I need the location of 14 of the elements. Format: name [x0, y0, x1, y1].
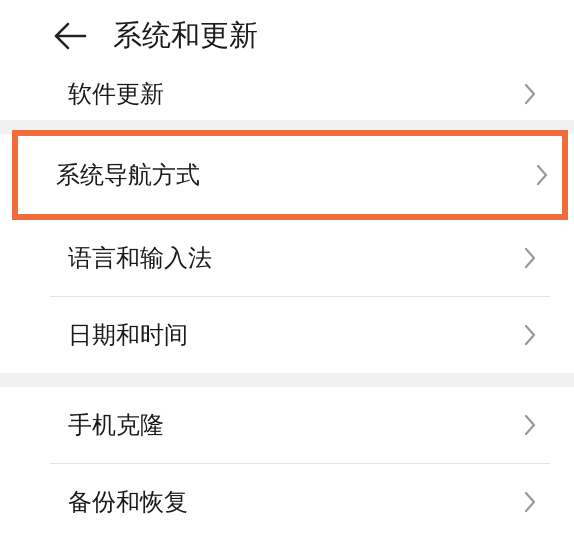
- settings-item[interactable]: 备份和恢复: [12, 464, 568, 535]
- settings-item[interactable]: 软件更新: [12, 68, 568, 120]
- settings-item[interactable]: 手机克隆: [12, 387, 568, 463]
- chevron-icon: [524, 247, 536, 269]
- chevron-icon: [524, 491, 536, 513]
- settings-item[interactable]: 语言和输入法: [12, 220, 568, 296]
- settings-item[interactable]: 日期和时间: [12, 297, 568, 373]
- chevron-icon: [536, 164, 548, 186]
- chevron-icon: [524, 414, 536, 436]
- back-icon[interactable]: [53, 22, 87, 50]
- chevron-icon: [524, 83, 536, 105]
- settings-item[interactable]: 系统导航方式: [12, 130, 568, 220]
- chevron-icon: [524, 324, 536, 346]
- page-title: 系统和更新: [113, 17, 258, 54]
